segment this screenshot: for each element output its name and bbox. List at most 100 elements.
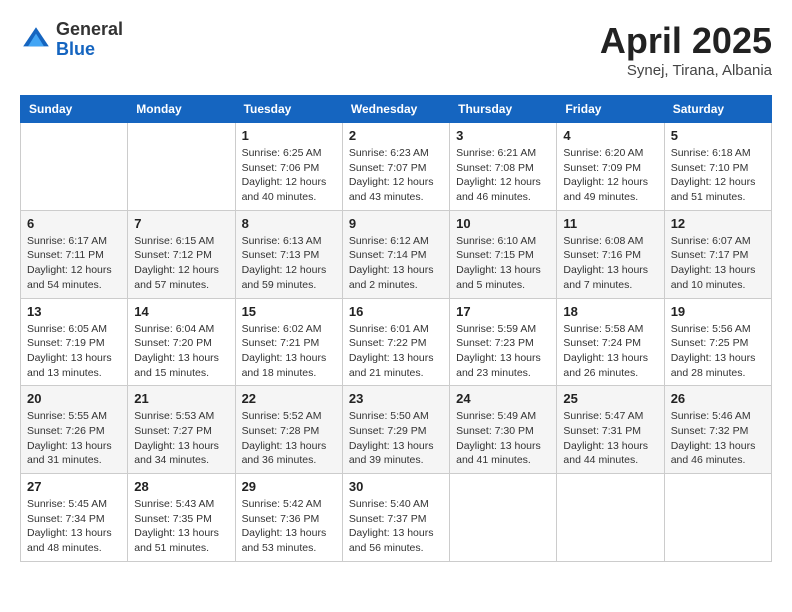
header-sunday: Sunday <box>21 96 128 123</box>
calendar-cell: 1 Sunrise: 6:25 AMSunset: 7:06 PMDaylight… <box>235 123 342 211</box>
day-info: Sunrise: 6:17 AMSunset: 7:11 PMDaylight:… <box>27 234 121 293</box>
calendar-cell: 27Sunrise: 5:45 AMSunset: 7:34 PMDayligh… <box>21 474 128 562</box>
day-info: Sunrise: 5:53 AMSunset: 7:27 PMDaylight:… <box>134 409 228 468</box>
header-tuesday: Tuesday <box>235 96 342 123</box>
calendar-cell: 14Sunrise: 6:04 AMSunset: 7:20 PMDayligh… <box>128 298 235 386</box>
calendar-cell: 5 Sunrise: 6:18 AMSunset: 7:10 PMDaylight… <box>664 123 771 211</box>
day-info: Sunrise: 6:05 AMSunset: 7:19 PMDaylight:… <box>27 322 121 381</box>
calendar-cell: 4 Sunrise: 6:20 AMSunset: 7:09 PMDaylight… <box>557 123 664 211</box>
calendar-cell: 21 Sunrise: 5:53 AMSunset: 7:27 PMDayligh… <box>128 386 235 474</box>
header-friday: Friday <box>557 96 664 123</box>
day-number: 4 <box>563 128 657 143</box>
logo-text: General Blue <box>56 20 123 60</box>
day-number: 12 <box>671 216 765 231</box>
calendar-cell <box>664 474 771 562</box>
calendar-week-1: 1 Sunrise: 6:25 AMSunset: 7:06 PMDaylight… <box>21 123 772 211</box>
header-monday: Monday <box>128 96 235 123</box>
day-info: Sunrise: 5:59 AMSunset: 7:23 PMDaylight:… <box>456 322 550 381</box>
calendar-cell: 2Sunrise: 6:23 AMSunset: 7:07 PMDaylight… <box>342 123 449 211</box>
day-number: 16 <box>349 304 443 319</box>
day-number: 28 <box>134 479 228 494</box>
day-info: Sunrise: 6:20 AMSunset: 7:09 PMDaylight:… <box>563 146 657 205</box>
day-number: 17 <box>456 304 550 319</box>
calendar-cell: 15Sunrise: 6:02 AMSunset: 7:21 PMDayligh… <box>235 298 342 386</box>
day-info: Sunrise: 6:15 AMSunset: 7:12 PMDaylight:… <box>134 234 228 293</box>
day-number: 20 <box>27 391 121 406</box>
header-wednesday: Wednesday <box>342 96 449 123</box>
calendar-cell: 3 Sunrise: 6:21 AMSunset: 7:08 PMDaylight… <box>450 123 557 211</box>
day-number: 3 <box>456 128 550 143</box>
logo-blue: Blue <box>56 40 123 60</box>
day-info: Sunrise: 5:40 AMSunset: 7:37 PMDaylight:… <box>349 497 443 556</box>
calendar-cell: 28Sunrise: 5:43 AMSunset: 7:35 PMDayligh… <box>128 474 235 562</box>
logo-general: General <box>56 20 123 40</box>
day-number: 11 <box>563 216 657 231</box>
calendar-week-5: 27Sunrise: 5:45 AMSunset: 7:34 PMDayligh… <box>21 474 772 562</box>
calendar-cell: 11 Sunrise: 6:08 AMSunset: 7:16 PMDayligh… <box>557 210 664 298</box>
day-number: 8 <box>242 216 336 231</box>
day-info: Sunrise: 6:23 AMSunset: 7:07 PMDaylight:… <box>349 146 443 205</box>
day-number: 6 <box>27 216 121 231</box>
calendar-cell: 19Sunrise: 5:56 AMSunset: 7:25 PMDayligh… <box>664 298 771 386</box>
calendar-cell: 23 Sunrise: 5:50 AMSunset: 7:29 PMDayligh… <box>342 386 449 474</box>
day-info: Sunrise: 6:08 AMSunset: 7:16 PMDaylight:… <box>563 234 657 293</box>
logo: General Blue <box>20 20 123 60</box>
day-number: 19 <box>671 304 765 319</box>
day-info: Sunrise: 5:50 AMSunset: 7:29 PMDaylight:… <box>349 409 443 468</box>
day-info: Sunrise: 5:58 AMSunset: 7:24 PMDaylight:… <box>563 322 657 381</box>
day-info: Sunrise: 5:47 AMSunset: 7:31 PMDaylight:… <box>563 409 657 468</box>
calendar-body: 1 Sunrise: 6:25 AMSunset: 7:06 PMDaylight… <box>21 123 772 562</box>
calendar-cell: 29Sunrise: 5:42 AMSunset: 7:36 PMDayligh… <box>235 474 342 562</box>
day-number: 1 <box>242 128 336 143</box>
day-info: Sunrise: 6:21 AMSunset: 7:08 PMDaylight:… <box>456 146 550 205</box>
day-info: Sunrise: 6:18 AMSunset: 7:10 PMDaylight:… <box>671 146 765 205</box>
calendar-cell: 7 Sunrise: 6:15 AMSunset: 7:12 PMDaylight… <box>128 210 235 298</box>
calendar-cell <box>557 474 664 562</box>
day-info: Sunrise: 5:46 AMSunset: 7:32 PMDaylight:… <box>671 409 765 468</box>
calendar-cell: 22 Sunrise: 5:52 AMSunset: 7:28 PMDayligh… <box>235 386 342 474</box>
calendar-cell <box>21 123 128 211</box>
day-number: 7 <box>134 216 228 231</box>
day-number: 23 <box>349 391 443 406</box>
day-info: Sunrise: 5:52 AMSunset: 7:28 PMDaylight:… <box>242 409 336 468</box>
day-info: Sunrise: 6:02 AMSunset: 7:21 PMDaylight:… <box>242 322 336 381</box>
calendar-cell <box>128 123 235 211</box>
calendar-cell: 9Sunrise: 6:12 AMSunset: 7:14 PMDaylight… <box>342 210 449 298</box>
calendar-cell: 30Sunrise: 5:40 AMSunset: 7:37 PMDayligh… <box>342 474 449 562</box>
calendar-table: SundayMondayTuesdayWednesdayThursdayFrid… <box>20 95 772 562</box>
calendar-cell: 18 Sunrise: 5:58 AMSunset: 7:24 PMDayligh… <box>557 298 664 386</box>
day-number: 22 <box>242 391 336 406</box>
day-number: 24 <box>456 391 550 406</box>
calendar-cell: 26 Sunrise: 5:46 AMSunset: 7:32 PMDayligh… <box>664 386 771 474</box>
header-saturday: Saturday <box>664 96 771 123</box>
location-subtitle: Synej, Tirana, Albania <box>600 62 772 79</box>
day-info: Sunrise: 6:07 AMSunset: 7:17 PMDaylight:… <box>671 234 765 293</box>
day-number: 25 <box>563 391 657 406</box>
calendar-cell <box>450 474 557 562</box>
day-number: 18 <box>563 304 657 319</box>
day-info: Sunrise: 6:01 AMSunset: 7:22 PMDaylight:… <box>349 322 443 381</box>
day-info: Sunrise: 6:25 AMSunset: 7:06 PMDaylight:… <box>242 146 336 205</box>
day-number: 14 <box>134 304 228 319</box>
day-number: 9 <box>349 216 443 231</box>
day-number: 10 <box>456 216 550 231</box>
header-thursday: Thursday <box>450 96 557 123</box>
calendar-cell: 17 Sunrise: 5:59 AMSunset: 7:23 PMDayligh… <box>450 298 557 386</box>
day-number: 26 <box>671 391 765 406</box>
day-info: Sunrise: 5:42 AMSunset: 7:36 PMDaylight:… <box>242 497 336 556</box>
calendar-week-3: 13Sunrise: 6:05 AMSunset: 7:19 PMDayligh… <box>21 298 772 386</box>
calendar-cell: 8 Sunrise: 6:13 AMSunset: 7:13 PMDaylight… <box>235 210 342 298</box>
calendar-cell: 16 Sunrise: 6:01 AMSunset: 7:22 PMDayligh… <box>342 298 449 386</box>
calendar-week-4: 20 Sunrise: 5:55 AMSunset: 7:26 PMDayligh… <box>21 386 772 474</box>
day-number: 21 <box>134 391 228 406</box>
calendar-cell: 24Sunrise: 5:49 AMSunset: 7:30 PMDayligh… <box>450 386 557 474</box>
calendar-cell: 12 Sunrise: 6:07 AMSunset: 7:17 PMDayligh… <box>664 210 771 298</box>
day-info: Sunrise: 5:55 AMSunset: 7:26 PMDaylight:… <box>27 409 121 468</box>
day-info: Sunrise: 6:10 AMSunset: 7:15 PMDaylight:… <box>456 234 550 293</box>
day-number: 5 <box>671 128 765 143</box>
day-info: Sunrise: 6:13 AMSunset: 7:13 PMDaylight:… <box>242 234 336 293</box>
calendar-header: SundayMondayTuesdayWednesdayThursdayFrid… <box>21 96 772 123</box>
day-number: 27 <box>27 479 121 494</box>
calendar-cell: 20 Sunrise: 5:55 AMSunset: 7:26 PMDayligh… <box>21 386 128 474</box>
calendar-cell: 10 Sunrise: 6:10 AMSunset: 7:15 PMDayligh… <box>450 210 557 298</box>
